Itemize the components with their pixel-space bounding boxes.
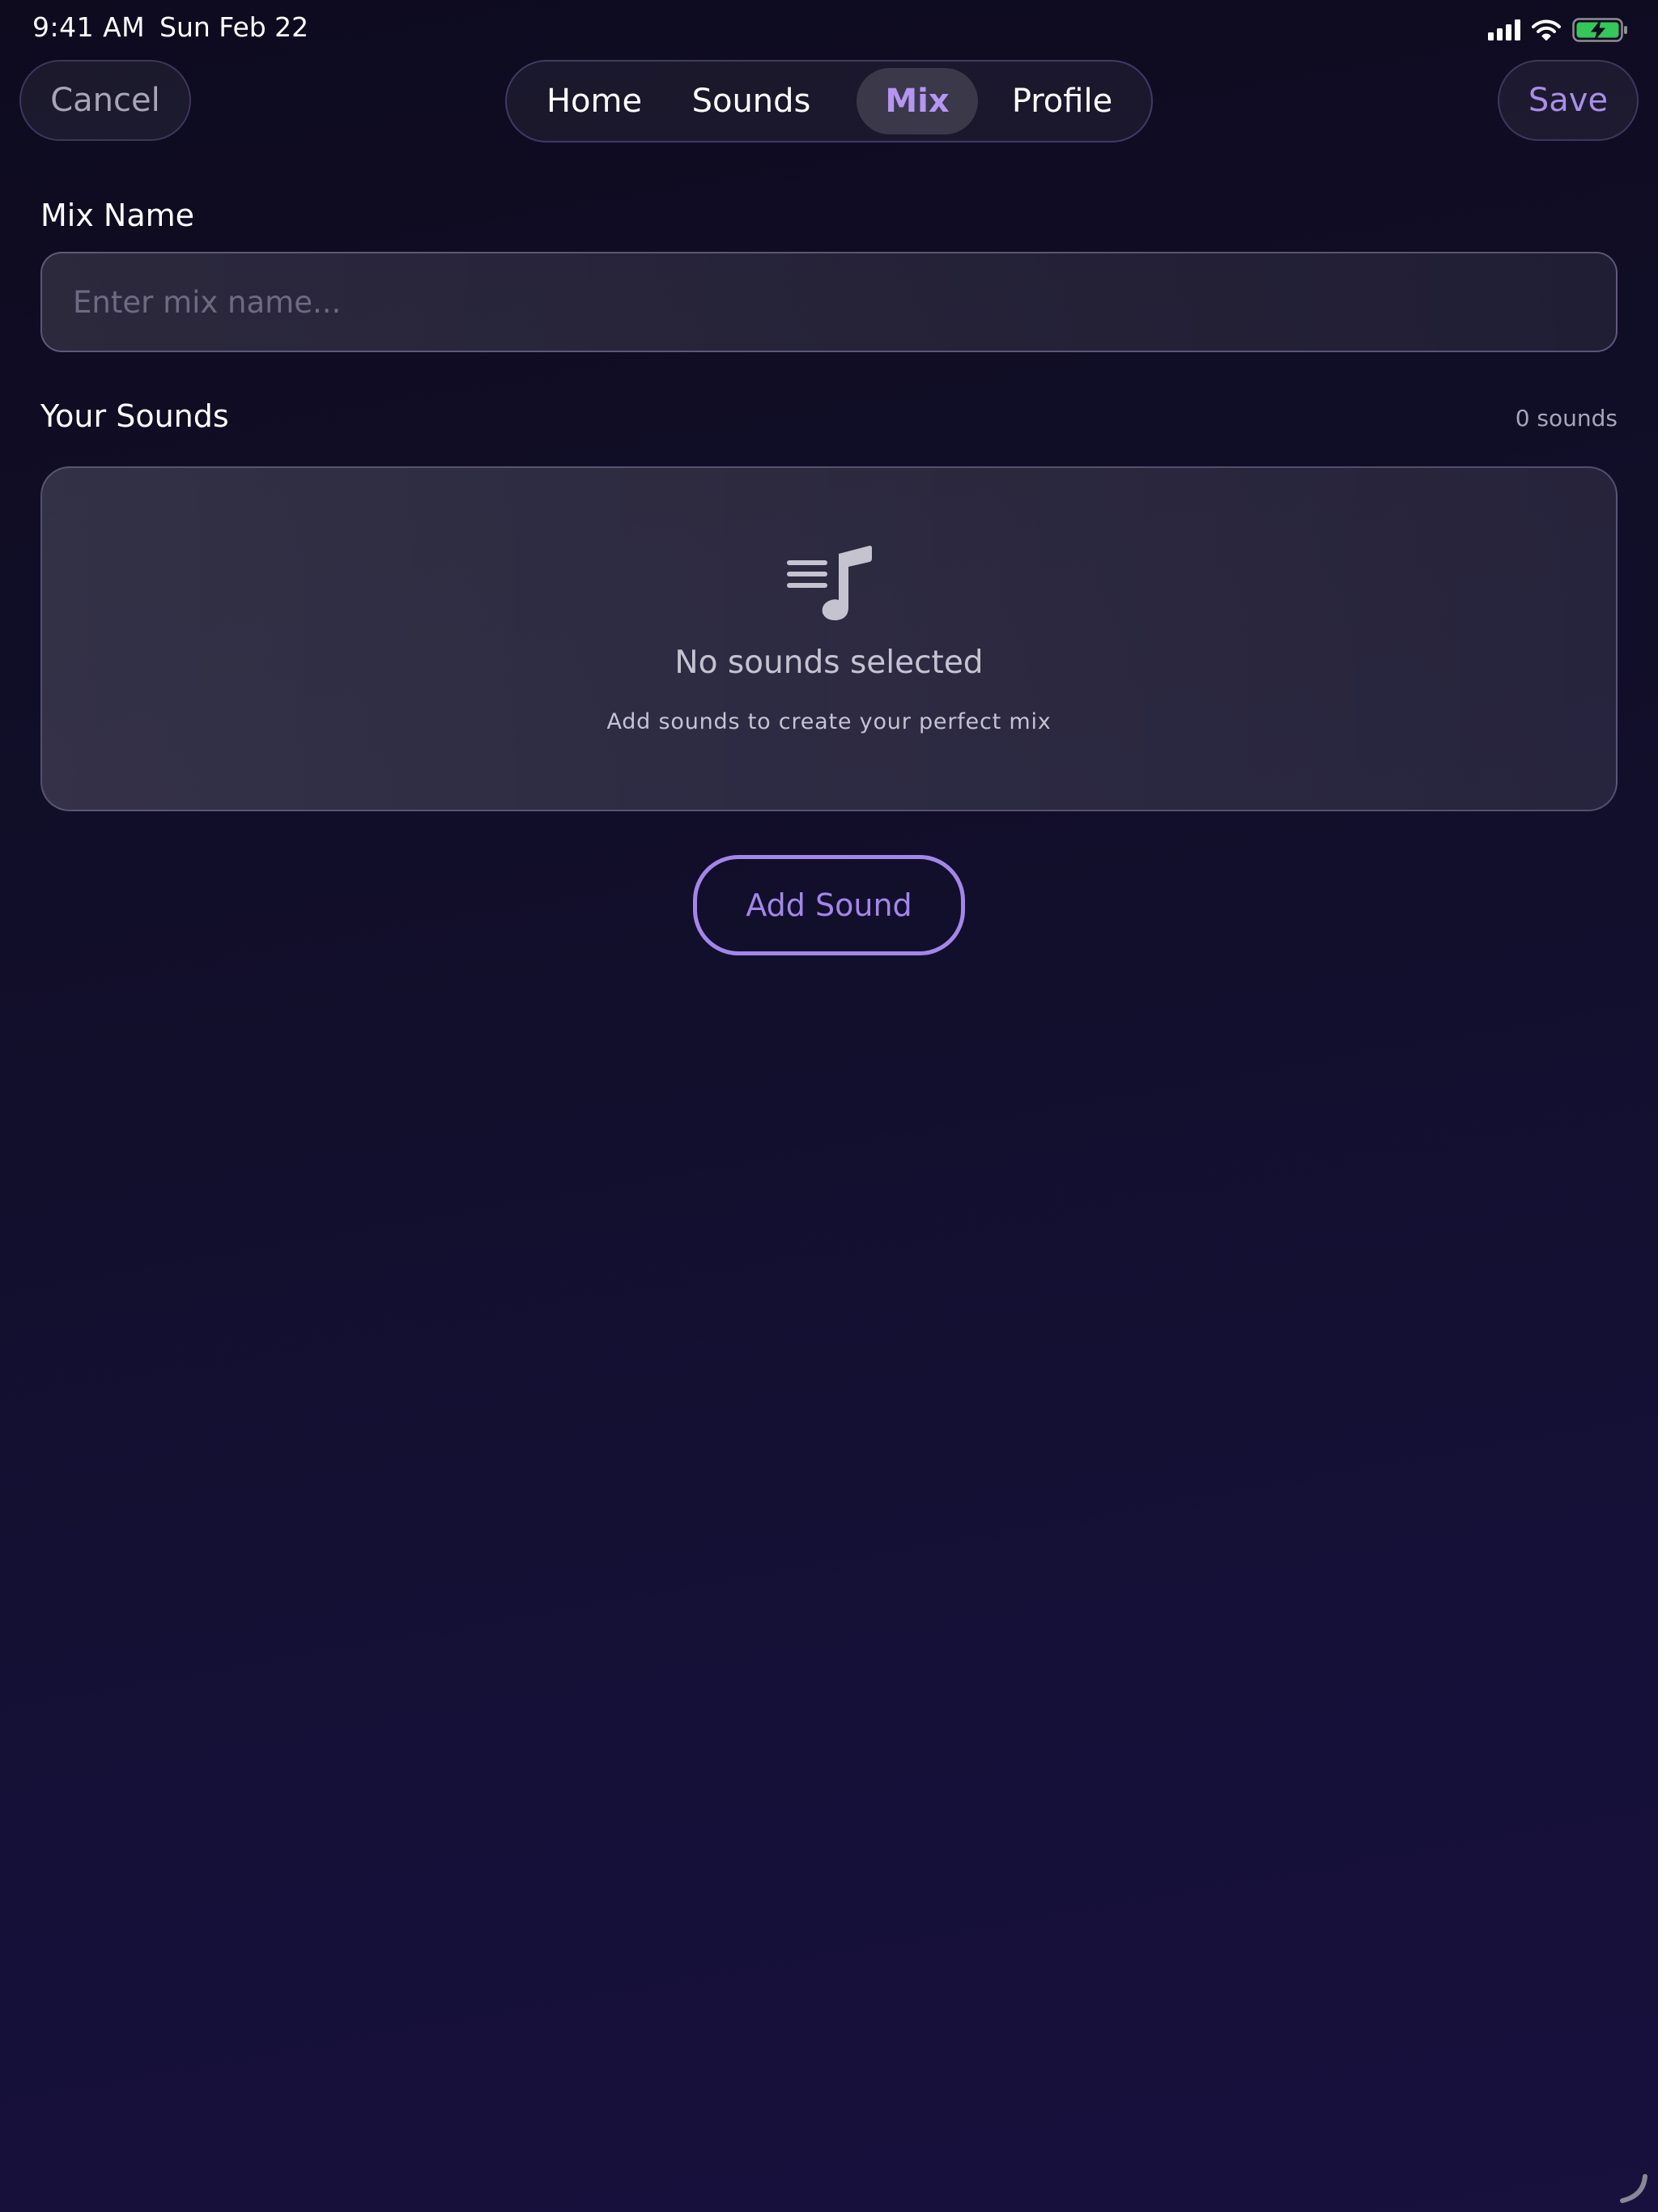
add-sound-button[interactable]: Add Sound	[693, 855, 965, 955]
your-sounds-label: Your Sounds	[40, 398, 229, 434]
status-date: Sun Feb 22	[159, 11, 309, 43]
mix-name-label: Mix Name	[40, 198, 195, 233]
status-time: 9:41 AM	[32, 11, 146, 43]
battery-charging-icon	[1572, 18, 1627, 42]
tab-sounds[interactable]: Sounds	[674, 68, 829, 134]
status-icons	[1488, 18, 1629, 42]
cancel-button[interactable]: Cancel	[19, 60, 191, 141]
music-note-list-icon	[787, 545, 872, 621]
tab-home[interactable]: Home	[521, 68, 667, 134]
save-button[interactable]: Save	[1498, 60, 1639, 141]
wifi-icon	[1532, 19, 1561, 40]
empty-state-title: No sounds selected	[674, 644, 984, 681]
tab-mix[interactable]: Mix	[857, 68, 978, 134]
status-bar: 9:41 AM Sun Feb 22	[0, 0, 1658, 58]
resize-handle-icon[interactable]	[1616, 2172, 1648, 2204]
empty-sounds-card	[40, 466, 1618, 811]
empty-state-subtitle: Add sounds to create your perfect mix	[606, 709, 1052, 734]
cellular-signal-icon	[1488, 19, 1520, 40]
tab-bar: Home Sounds Mix Profile	[505, 60, 1153, 143]
mix-name-input[interactable]	[40, 252, 1618, 352]
sound-count: 0 sounds	[1515, 405, 1618, 432]
tab-profile[interactable]: Profile	[988, 68, 1137, 134]
